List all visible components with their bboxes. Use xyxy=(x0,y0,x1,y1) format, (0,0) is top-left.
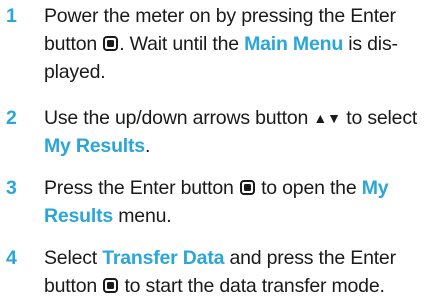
step-number: 2 xyxy=(6,107,17,129)
enter-button-icon xyxy=(103,36,119,51)
step-line: My Results. xyxy=(44,135,151,157)
step-number: 4 xyxy=(6,247,17,269)
menu-name-highlight: My Results xyxy=(44,135,145,157)
step-line: played. xyxy=(44,61,106,83)
menu-name-highlight: Main Menu xyxy=(244,33,344,55)
step-line: button . Wait until the Main Menu is dis… xyxy=(44,33,398,55)
step-line: Power the meter on by pressing the Enter xyxy=(44,5,396,27)
menu-name-highlight: My xyxy=(361,177,389,199)
step-line: Select Transfer Data and press the Enter xyxy=(44,247,396,269)
up-down-arrows-icon: ▲▼ xyxy=(313,110,342,126)
enter-button-icon xyxy=(239,180,255,195)
step-line: Results menu. xyxy=(44,205,172,227)
step-text: Select Transfer Data and press the Enter… xyxy=(44,244,444,300)
step-number: 3 xyxy=(6,177,17,199)
step-line: Use the up/down arrows button ▲▼ to sele… xyxy=(44,107,418,129)
step-text: Power the meter on by pressing the Enter… xyxy=(44,2,444,86)
enter-button-icon xyxy=(103,278,119,293)
menu-name-highlight: Results xyxy=(44,205,114,227)
step-text: Use the up/down arrows button ▲▼ to sele… xyxy=(44,104,444,160)
step-text: Press the Enter button to open the My Re… xyxy=(44,174,444,230)
step-line: button to start the data transfer mode. xyxy=(44,275,385,297)
step-number: 1 xyxy=(6,5,17,27)
step-line: Press the Enter button to open the My xyxy=(44,177,389,199)
option-name-highlight: Transfer Data xyxy=(102,247,225,269)
